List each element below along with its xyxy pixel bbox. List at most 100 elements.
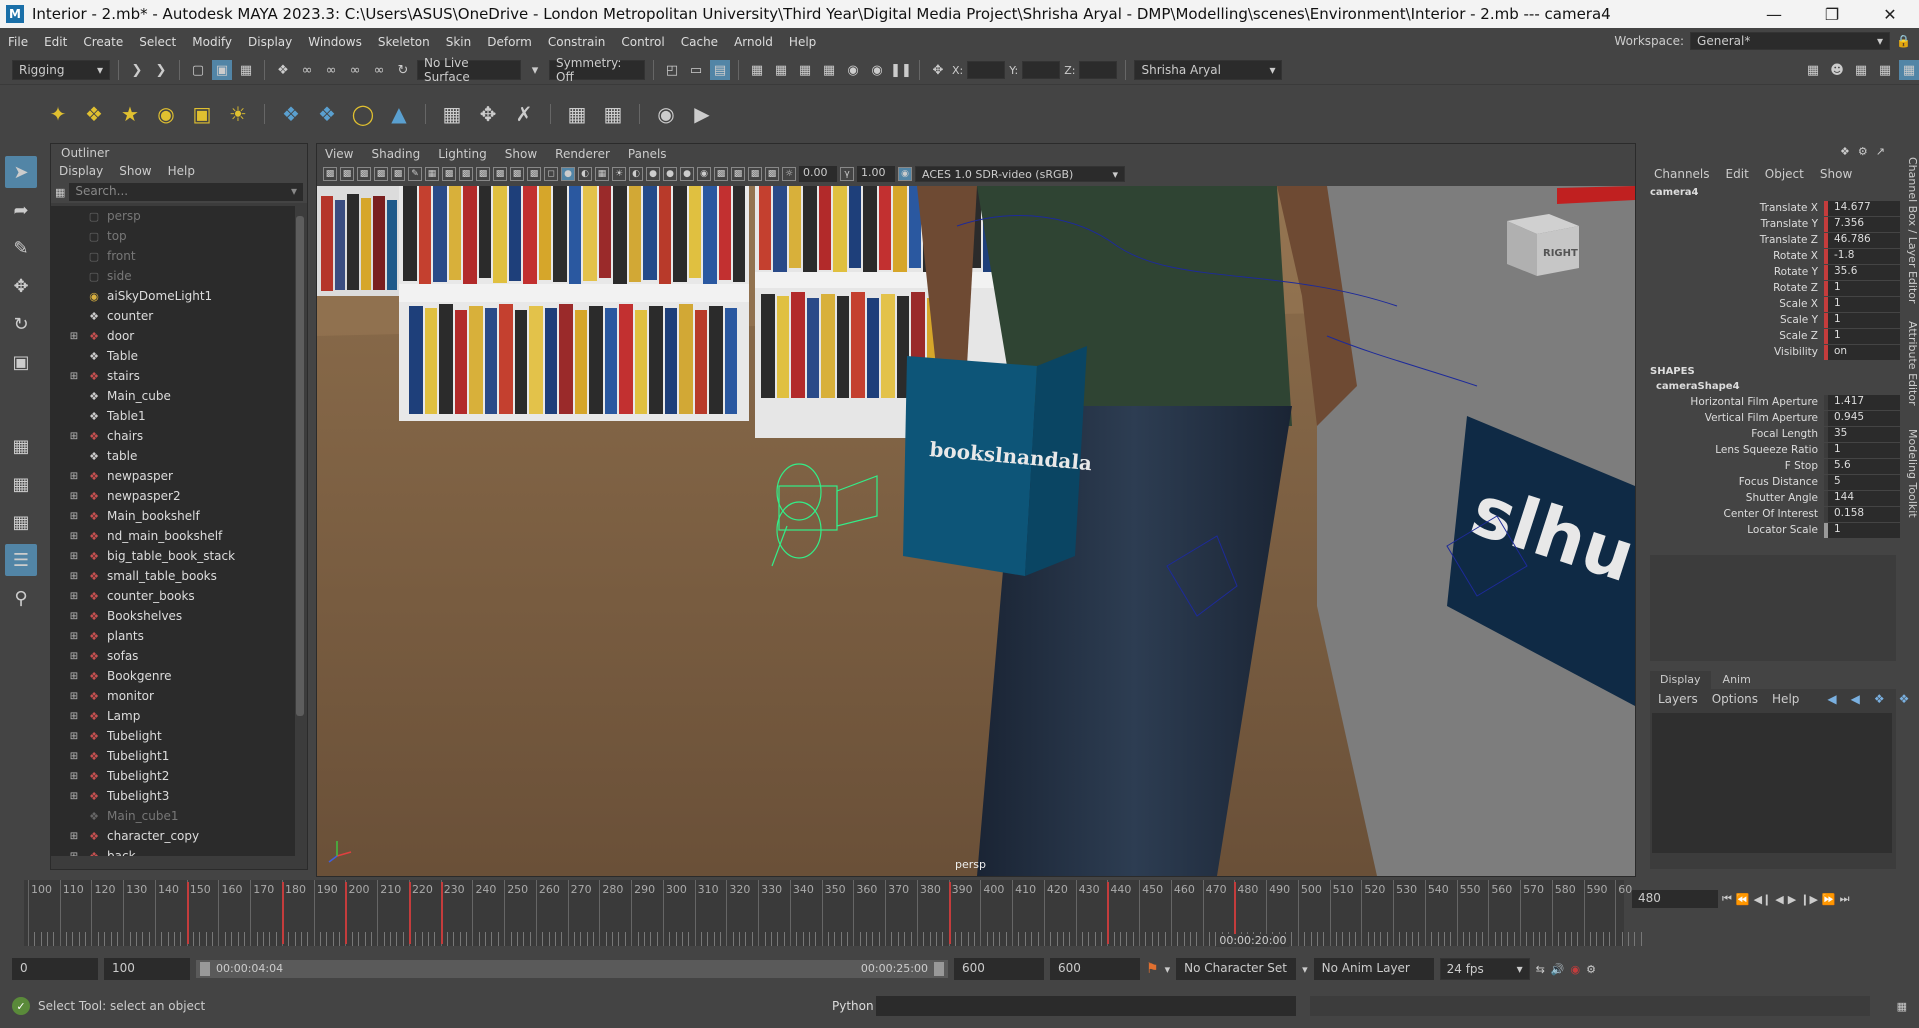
use-all-lights-icon[interactable]: ☀	[612, 167, 626, 181]
film-gate-icon[interactable]: ▩	[442, 167, 456, 181]
live-surface-field[interactable]: No Live Surface	[417, 56, 521, 84]
user-account-dropdown[interactable]: Shrisha Aryal ▾	[1134, 60, 1283, 80]
wireframe-on-shaded-icon[interactable]: ◐	[578, 167, 592, 181]
rotate-tool-icon[interactable]: ↻	[5, 308, 37, 340]
attribute-value-field[interactable]: 14.677	[1824, 200, 1900, 216]
outliner-item[interactable]: ⊞ ❖ door	[51, 326, 295, 346]
expand-icon[interactable]: ⊞	[67, 570, 81, 582]
scale-tool-icon[interactable]: ▣	[5, 346, 37, 378]
auto-key-icon[interactable]: ⚑	[1146, 961, 1159, 977]
field-chart-icon[interactable]: ▩	[493, 167, 507, 181]
menu-cache[interactable]: Cache	[673, 35, 726, 49]
paint-select-tool-icon[interactable]: ✎	[5, 232, 37, 264]
select-tool-icon[interactable]: ➤	[5, 156, 37, 188]
screen-space-ao-icon[interactable]: ●	[646, 167, 660, 181]
menu-select[interactable]: Select	[131, 35, 184, 49]
delete-history-icon[interactable]: ▦	[599, 100, 627, 128]
z-field[interactable]	[1079, 61, 1118, 79]
play-movie-icon[interactable]: ▶	[688, 100, 716, 128]
outliner-item[interactable]: ⊞ ❖ newpasper	[51, 466, 295, 486]
attribute-row[interactable]: Vertical Film Aperture 0.945	[1646, 410, 1919, 426]
attribute-row[interactable]: Translate Z 46.786	[1646, 232, 1919, 248]
outliner-item[interactable]: ⊞ ❖ Bookgenre	[51, 666, 295, 686]
attribute-row[interactable]: Focus Distance 5	[1646, 474, 1919, 490]
chevron-down-icon[interactable]: ▾	[1302, 963, 1308, 976]
lock-icon[interactable]: 🔒	[1896, 34, 1911, 48]
expand-icon[interactable]: ⊞	[67, 330, 81, 342]
four-view-layout-icon[interactable]: ▦	[5, 468, 37, 500]
viewport-menu-shading[interactable]: Shading	[371, 147, 420, 161]
attribute-name[interactable]: Rotate Y	[1646, 266, 1824, 278]
outliner-item[interactable]: ⊞ ❖ stairs	[51, 366, 295, 386]
keyframe-marker[interactable]	[281, 882, 284, 944]
attribute-name[interactable]: Focal Length	[1646, 428, 1824, 440]
transform-mode-icon[interactable]: ✥	[928, 60, 948, 80]
outliner-item[interactable]: ⊞ ❖ back	[51, 846, 295, 856]
outliner-item[interactable]: ⊞ ❖ Tubelight2	[51, 766, 295, 786]
gear-icon[interactable]: ⚙	[1858, 145, 1868, 163]
gamma-field[interactable]: 1.00	[857, 166, 895, 182]
xray-icon[interactable]: ▩	[731, 167, 745, 181]
outliner-item[interactable]: ❖ counter	[51, 306, 295, 326]
attribute-name[interactable]: Locator Scale	[1646, 524, 1824, 536]
outliner-item[interactable]: ▢ top	[51, 226, 295, 246]
point-constraint-icon[interactable]: ✥	[474, 100, 502, 128]
x-field[interactable]	[967, 61, 1006, 79]
outliner-item[interactable]: ▢ front	[51, 246, 295, 266]
menu-control[interactable]: Control	[613, 35, 672, 49]
attribute-name[interactable]: F Stop	[1646, 460, 1824, 472]
bookmark-icon[interactable]: ▩	[357, 167, 371, 181]
character-controls-icon[interactable]: ☻	[1827, 60, 1847, 80]
smooth-shade-icon[interactable]: ●	[561, 167, 575, 181]
maximize-button[interactable]: ❐	[1803, 0, 1861, 28]
attribute-row[interactable]: Center Of Interest 0.158	[1646, 506, 1919, 522]
exposure-field[interactable]: 0.00	[799, 166, 837, 182]
go-to-start-icon[interactable]: ⏮	[1722, 892, 1732, 906]
menu-arnold[interactable]: Arnold	[726, 35, 781, 49]
attribute-row[interactable]: Locator Scale 1	[1646, 522, 1919, 538]
attribute-value-field[interactable]: on	[1824, 344, 1900, 360]
attribute-value-field[interactable]: 46.786	[1824, 232, 1900, 248]
wireframe-icon[interactable]: ◻	[544, 167, 558, 181]
chevron-down-icon[interactable]: ▾	[525, 60, 545, 80]
outliner-menu-display[interactable]: Display	[59, 164, 103, 178]
attribute-value-field[interactable]: 5	[1824, 474, 1900, 490]
attribute-name[interactable]: Center Of Interest	[1646, 508, 1824, 520]
expand-icon[interactable]: ⊞	[67, 770, 81, 782]
side-tab-channel-box[interactable]: Channel Box / Layer Editor	[1906, 157, 1919, 304]
outliner-scrollbar[interactable]	[296, 206, 304, 856]
attribute-value-field[interactable]: 1.417	[1824, 394, 1900, 410]
anti-aliasing-icon[interactable]: ●	[680, 167, 694, 181]
grid-icon[interactable]: ▦	[425, 167, 439, 181]
outliner-item[interactable]: ⊞ ❖ monitor	[51, 686, 295, 706]
attribute-name[interactable]: Rotate Z	[1646, 282, 1824, 294]
expand-icon[interactable]: ⊞	[67, 490, 81, 502]
menu-deform[interactable]: Deform	[479, 35, 540, 49]
attribute-row[interactable]: Rotate Y 35.6	[1646, 264, 1919, 280]
exposure-icon[interactable]: ☼	[782, 167, 796, 181]
attribute-value-field[interactable]: 35.6	[1824, 264, 1900, 280]
smooth-bind-icon[interactable]: ❖	[313, 100, 341, 128]
outliner-item[interactable]: ⊞ ❖ sofas	[51, 646, 295, 666]
attribute-row[interactable]: Shutter Angle 144	[1646, 490, 1919, 506]
attribute-row[interactable]: Horizontal Film Aperture 1.417	[1646, 394, 1919, 410]
expand-icon[interactable]: ⊞	[67, 850, 81, 857]
expand-icon[interactable]: ⊞	[67, 710, 81, 722]
outliner-item[interactable]: ⊞ ❖ Bookshelves	[51, 606, 295, 626]
range-end-handle[interactable]	[934, 962, 944, 976]
script-language-toggle[interactable]: Python	[820, 999, 876, 1013]
expand-icon[interactable]: ⊞	[67, 630, 81, 642]
menu-constrain[interactable]: Constrain	[540, 35, 614, 49]
attribute-row[interactable]: Translate Y 7.356	[1646, 216, 1919, 232]
expand-icon[interactable]: ⊞	[67, 750, 81, 762]
attribute-row[interactable]: Translate X 14.677	[1646, 200, 1919, 216]
attribute-name[interactable]: Scale Z	[1646, 330, 1824, 342]
viewport-menu-renderer[interactable]: Renderer	[555, 147, 610, 161]
layer-help-menu[interactable]: Help	[1772, 692, 1799, 706]
joint-tool-icon[interactable]: ✦	[44, 100, 72, 128]
auto-keyframe-icon[interactable]: ◉	[1571, 963, 1581, 976]
construction-history-icon[interactable]: ◰	[662, 60, 682, 80]
animation-start-field[interactable]: 0	[12, 958, 98, 980]
attribute-value-field[interactable]: 1	[1824, 522, 1900, 538]
outliner-item[interactable]: ⊞ ❖ plants	[51, 626, 295, 646]
